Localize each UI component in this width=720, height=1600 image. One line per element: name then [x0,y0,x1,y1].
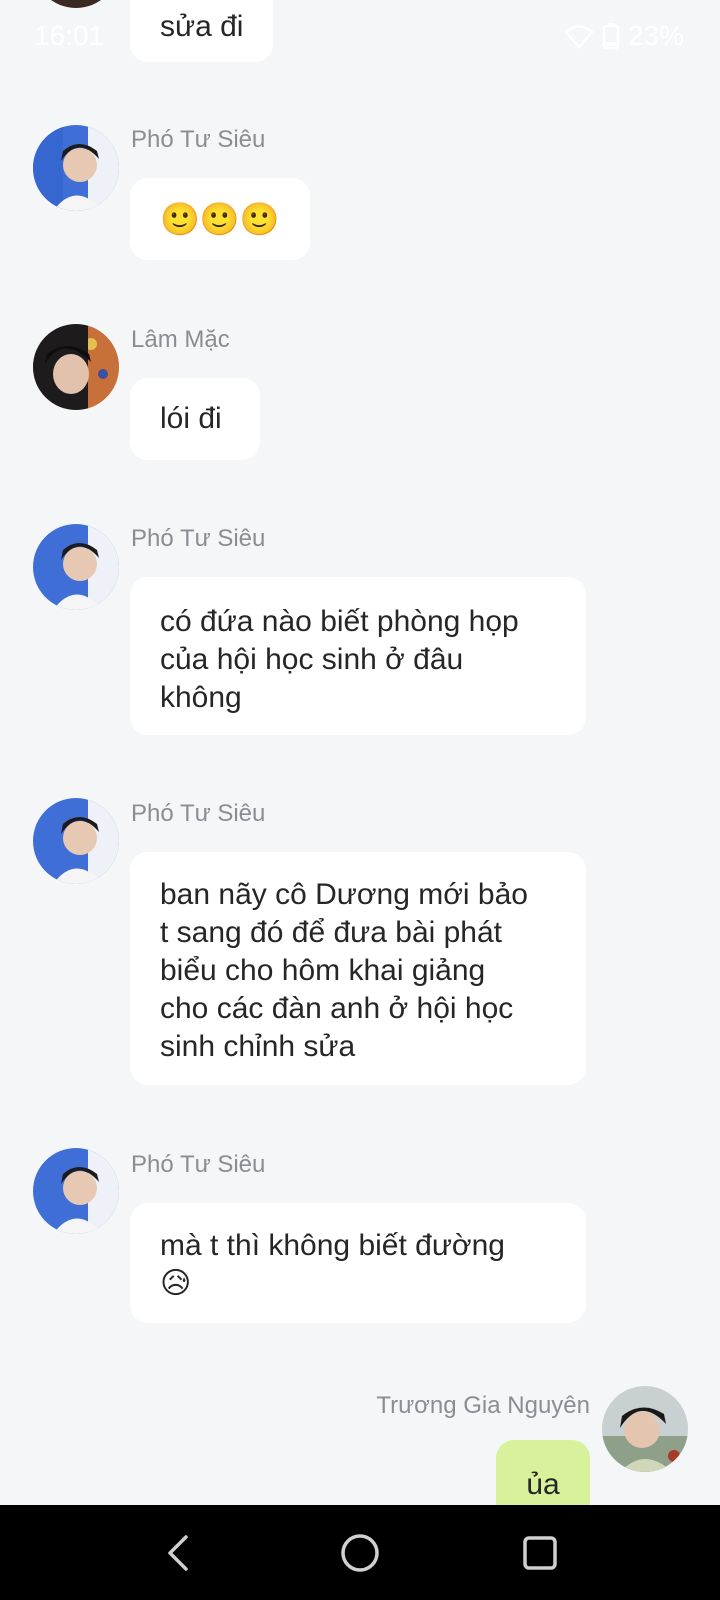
message-line: sinh chỉnh sửa [160,1030,356,1063]
status-icons: 23% [564,20,684,52]
recents-icon[interactable] [518,1531,562,1575]
home-icon[interactable] [338,1531,382,1575]
status-time: 16:01 [34,20,105,51]
avatar[interactable] [33,125,119,211]
avatar[interactable] [33,1148,119,1234]
navigation-bar [0,1505,720,1600]
avatar[interactable] [602,1386,688,1472]
message-text: ủa [526,1468,560,1501]
avatar[interactable] [33,524,119,610]
status-bar: 16:01 23% [0,0,720,72]
wifi-icon [564,23,594,49]
chat-area[interactable]: sửa đi Phó Tư Siêu 🙂🙂🙂 Lâm Mặc lói đi Ph… [0,0,720,1505]
sender-name: Phó Tư Siêu [131,525,266,552]
back-icon[interactable] [158,1531,202,1575]
message-line: có đứa nào biết phòng họp [160,605,519,638]
avatar[interactable] [33,324,119,410]
message-line: cho các đàn anh ở hội học [160,992,514,1025]
my-message-bubble[interactable]: ủa [496,1440,590,1505]
message-bubble[interactable]: 🙂🙂🙂 [130,178,310,260]
message-line: ban nãy cô Dương mới bảo [160,878,528,911]
sender-name: Trương Gia Nguyên [376,1392,590,1419]
message-line: t sang đó để đưa bài phát [160,916,503,949]
message-bubble[interactable]: ban nãy cô Dương mới bảo t sang đó để đư… [130,852,586,1085]
sender-name: Phó Tư Siêu [131,1151,266,1178]
message-line: biểu cho hôm khai giảng [160,954,486,987]
message-text: 🙂🙂🙂 [160,200,280,238]
sender-name: Phó Tư Siêu [131,800,266,827]
message-emoji: 😥 [160,1266,192,1301]
message-line: của hội học sinh ở đâu [160,643,464,676]
message-bubble[interactable]: có đứa nào biết phòng họp của hội học si… [130,577,586,735]
sender-name: Phó Tư Siêu [131,126,266,153]
battery-level: 23% [627,20,684,51]
message-line: không [160,681,242,714]
avatar[interactable] [33,798,119,884]
message-bubble[interactable]: mà t thì không biết đường 😥 [130,1203,586,1323]
message-line: mà t thì không biết đường [160,1229,505,1262]
battery-icon [602,22,620,50]
message-text: lói đi [160,402,222,435]
message-bubble[interactable]: lói đi [130,378,260,460]
sender-name: Lâm Mặc [131,326,230,353]
